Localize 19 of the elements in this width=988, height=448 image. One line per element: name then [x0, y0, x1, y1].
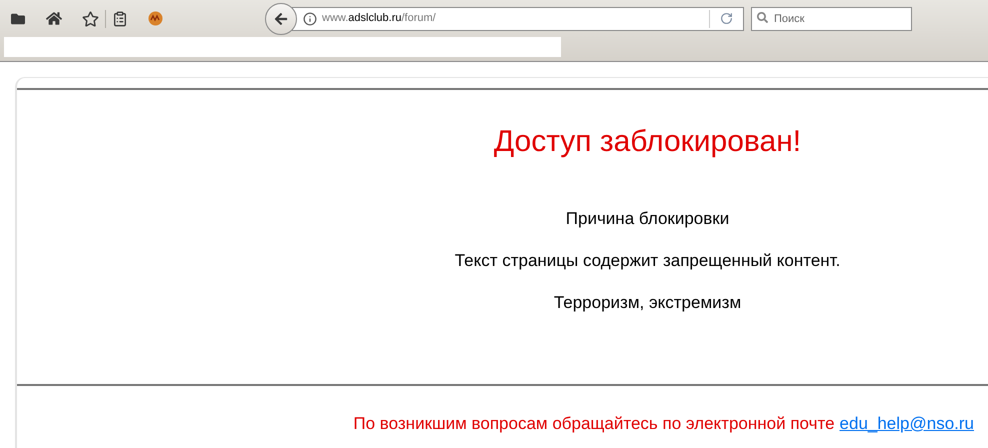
search-icon [757, 12, 768, 23]
star-icon[interactable] [82, 10, 99, 26]
back-button[interactable] [265, 2, 297, 34]
reason-text: Причина блокировки [566, 208, 730, 230]
contact-text: По возникшим вопросам обращайтесь по электронной почте [353, 413, 835, 435]
reason-text: Текст страницы содержит запрещенный контент. [454, 250, 840, 272]
page-title: Доступ заблокирован! [494, 124, 802, 160]
reload-icon[interactable] [720, 12, 733, 25]
reason-text: Терроризм, экстремизм [554, 292, 742, 314]
search-field[interactable]: Поиск [751, 7, 912, 31]
email-link[interactable]: edu_help@nso.ru [840, 413, 974, 435]
extension-icon[interactable] [148, 11, 163, 26]
reading-list-icon[interactable] [112, 10, 128, 26]
info-icon[interactable] [303, 12, 317, 26]
url-text: www.adslclub.ru/forum/ [322, 11, 436, 26]
address-bar[interactable]: www.adslclub.ru/forum/ [292, 6, 744, 30]
folder-icon[interactable] [10, 12, 26, 26]
home-icon[interactable] [46, 11, 62, 26]
back-arrow-icon [274, 12, 288, 26]
